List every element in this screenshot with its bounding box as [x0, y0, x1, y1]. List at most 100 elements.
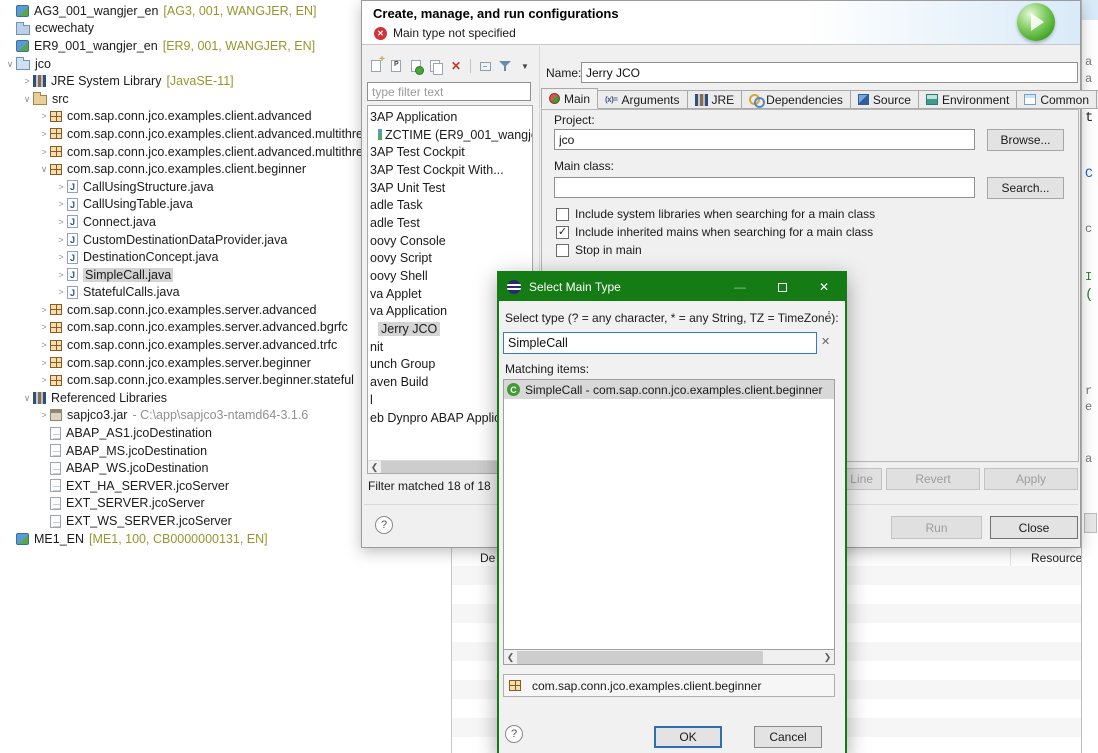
chevron-right-icon[interactable]: >: [38, 340, 50, 350]
tree-item[interactable]: >com.sap.conn.jco.examples.client.advanc…: [0, 143, 361, 161]
tree-item[interactable]: >com.sap.conn.jco.examples.server.advanc…: [0, 301, 361, 319]
tab-arguments[interactable]: (x)=Arguments: [598, 90, 687, 109]
chevron-right-icon[interactable]: >: [55, 217, 67, 227]
config-type-item[interactable]: adle Test: [368, 214, 532, 232]
project-input[interactable]: [554, 129, 975, 150]
view-menu-icon[interactable]: ⁞⁞: [827, 310, 829, 322]
tree-item[interactable]: >JCustomDestinationDataProvider.java: [0, 231, 361, 249]
tree-item[interactable]: ABAP_MS.jcoDestination: [0, 442, 361, 460]
checkbox-option[interactable]: Include system libraries when searching …: [556, 205, 875, 223]
chevron-right-icon[interactable]: >: [38, 111, 50, 121]
tree-item[interactable]: >JStatefulCalls.java: [0, 284, 361, 302]
config-type-item[interactable]: adle Task: [368, 196, 532, 214]
search-button[interactable]: Search...: [987, 177, 1064, 199]
tree-item[interactable]: ∨Referenced Libraries: [0, 389, 361, 407]
ok-button[interactable]: OK: [654, 726, 722, 748]
browse-button[interactable]: Browse...: [987, 129, 1064, 151]
tree-item[interactable]: >JSimpleCall.java: [0, 266, 361, 284]
scroll-left-arrow[interactable]: ❮: [368, 461, 381, 474]
chevron-right-icon[interactable]: >: [21, 76, 33, 86]
tree-item[interactable]: ME1_EN[ME1, 100, CB0000000131, EN]: [0, 530, 361, 548]
checkbox-option[interactable]: ✓Include inherited mains when searching …: [556, 223, 875, 241]
chevron-right-icon[interactable]: >: [55, 235, 67, 245]
new-config-icon[interactable]: [367, 58, 385, 74]
config-type-item[interactable]: 3AP Unit Test: [368, 179, 532, 197]
tree-item[interactable]: >JCallUsingStructure.java: [0, 178, 361, 196]
name-input[interactable]: [581, 62, 1078, 83]
scrollbar-thumb[interactable]: [381, 461, 499, 474]
tab-main[interactable]: Main: [541, 88, 598, 109]
tree-item[interactable]: ∨src: [0, 90, 361, 108]
tree-item[interactable]: >com.sap.conn.jco.examples.server.beginn…: [0, 354, 361, 372]
config-type-item[interactable]: ZCTIME (ER9_001_wangjer_en): [368, 126, 532, 144]
tree-item[interactable]: >JConnect.java: [0, 213, 361, 231]
scroll-right-arrow[interactable]: ❯: [821, 651, 834, 664]
checkbox[interactable]: [556, 244, 569, 257]
config-type-item[interactable]: oovy Console: [368, 232, 532, 250]
matching-item[interactable]: CSimpleCall - com.sap.conn.jco.examples.…: [504, 380, 834, 399]
dialog-titlebar[interactable]: Select Main Type — ✕: [499, 273, 845, 301]
config-type-item[interactable]: oovy Script: [368, 250, 532, 268]
apply-button[interactable]: Apply: [984, 468, 1078, 490]
tree-item[interactable]: EXT_WS_SERVER.jcoServer: [0, 512, 361, 530]
type-filter-input[interactable]: [367, 82, 531, 101]
tree-item[interactable]: >JRE System Library[JavaSE-11]: [0, 72, 361, 90]
chevron-down-icon[interactable]: ∨: [4, 59, 16, 69]
tab-common[interactable]: Common: [1017, 90, 1097, 109]
help-icon[interactable]: ?: [375, 516, 393, 534]
tab-dependencies[interactable]: Dependencies: [742, 90, 851, 109]
help-icon[interactable]: ?: [505, 725, 523, 743]
chevron-right-icon[interactable]: >: [38, 322, 50, 332]
collapse-all-icon[interactable]: −: [476, 58, 494, 74]
chevron-right-icon[interactable]: >: [55, 199, 67, 209]
config-type-item[interactable]: 3AP Application: [368, 108, 532, 126]
chevron-right-icon[interactable]: >: [38, 410, 50, 420]
tree-item[interactable]: EXT_SERVER.jcoServer: [0, 495, 361, 513]
tab-source[interactable]: Source: [851, 90, 919, 109]
tree-item[interactable]: >JDestinationConcept.java: [0, 248, 361, 266]
revert-button[interactable]: Revert: [886, 468, 980, 490]
tree-item[interactable]: >JCallUsingTable.java: [0, 196, 361, 214]
tree-item[interactable]: ABAP_AS1.jcoDestination: [0, 424, 361, 442]
tree-item[interactable]: ER9_001_wangjer_en[ER9, 001, WANGJER, EN…: [0, 37, 361, 55]
chevron-down-icon[interactable]: ∨: [38, 164, 50, 174]
checkbox[interactable]: ✓: [556, 226, 569, 239]
clear-input-icon[interactable]: ✕: [821, 335, 830, 348]
checkbox[interactable]: [556, 208, 569, 221]
checkbox-option[interactable]: Stop in main: [556, 241, 875, 259]
duplicate-icon[interactable]: [427, 58, 445, 74]
chevron-right-icon[interactable]: >: [38, 375, 50, 385]
tab-jre[interactable]: JRE: [688, 90, 743, 109]
close-window-button[interactable]: ✕: [803, 273, 845, 301]
maximize-button[interactable]: [761, 273, 803, 301]
tree-item[interactable]: ∨com.sap.conn.jco.examples.client.beginn…: [0, 160, 361, 178]
type-pattern-input[interactable]: [503, 332, 817, 354]
filter-icon[interactable]: [496, 58, 514, 74]
scroll-left-arrow[interactable]: ❮: [504, 651, 517, 664]
config-type-item[interactable]: 3AP Test Cockpit With...: [368, 161, 532, 179]
run-button[interactable]: Run: [891, 516, 982, 539]
chevron-right-icon[interactable]: >: [38, 147, 50, 157]
scrollbar-thumb[interactable]: [517, 651, 763, 664]
config-type-item[interactable]: 3AP Test Cockpit: [368, 143, 532, 161]
tree-item[interactable]: ecwechaty: [0, 20, 361, 38]
new-prototype-icon[interactable]: [387, 58, 405, 74]
close-button[interactable]: Close: [990, 516, 1078, 539]
chevron-right-icon[interactable]: >: [38, 305, 50, 315]
menu-arrow-icon[interactable]: ▼: [516, 58, 534, 74]
tree-item[interactable]: >com.sap.conn.jco.examples.server.advanc…: [0, 319, 361, 337]
chevron-right-icon[interactable]: >: [55, 182, 67, 192]
chevron-right-icon[interactable]: >: [55, 252, 67, 262]
chevron-right-icon[interactable]: >: [38, 129, 50, 139]
tree-item[interactable]: >com.sap.conn.jco.examples.server.beginn…: [0, 371, 361, 389]
tree-item[interactable]: >com.sap.conn.jco.examples.client.advanc…: [0, 125, 361, 143]
chevron-right-icon[interactable]: >: [38, 358, 50, 368]
tree-item[interactable]: >com.sap.conn.jco.examples.client.advanc…: [0, 108, 361, 126]
minimize-button[interactable]: —: [719, 273, 761, 301]
tree-item[interactable]: ABAP_WS.jcoDestination: [0, 459, 361, 477]
tree-item[interactable]: EXT_HA_SERVER.jcoServer: [0, 477, 361, 495]
chevron-down-icon[interactable]: ∨: [21, 393, 33, 403]
delete-icon[interactable]: ✕: [447, 58, 465, 74]
link-prototype-icon[interactable]: [407, 58, 425, 74]
tab-environment[interactable]: Environment: [919, 90, 1017, 109]
